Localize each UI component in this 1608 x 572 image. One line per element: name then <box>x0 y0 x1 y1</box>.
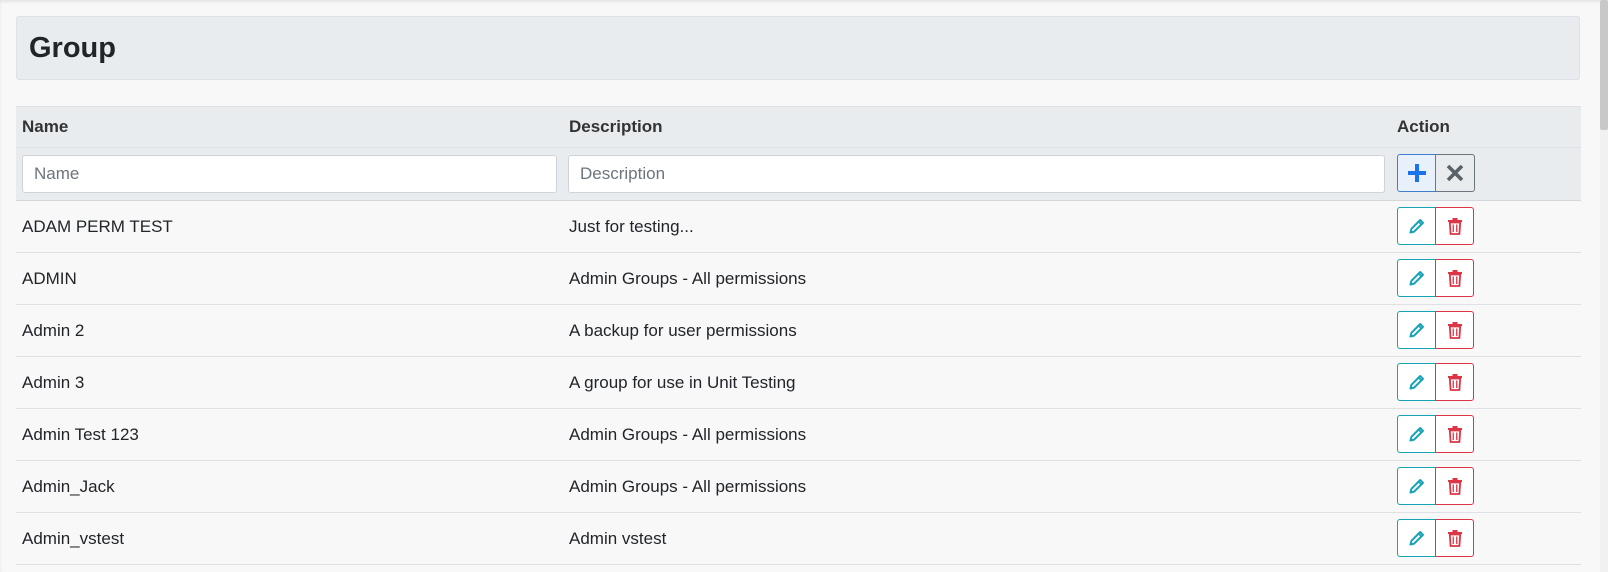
table-row: Admin_vstest Admin vstest <box>16 513 1581 565</box>
delete-button[interactable] <box>1435 207 1474 245</box>
table-header-row: Name Description Action <box>16 106 1581 147</box>
table-row: Admin_Jack Admin Groups - All permission… <box>16 461 1581 513</box>
row-actions <box>1397 467 1474 505</box>
trash-icon <box>1447 530 1462 547</box>
group-name-cell: Admin 3 <box>22 373 85 392</box>
group-description-cell: Admin Groups - All permissions <box>569 425 807 444</box>
pencil-icon <box>1409 219 1424 234</box>
trash-icon <box>1447 218 1462 235</box>
add-button[interactable] <box>1397 154 1436 192</box>
row-actions <box>1397 207 1474 245</box>
plus-icon <box>1407 164 1426 182</box>
table-row: Admin Test 123 Admin Groups - All permis… <box>16 409 1581 461</box>
edit-button[interactable] <box>1397 259 1436 297</box>
trash-icon <box>1447 426 1462 443</box>
filter-actions <box>1397 154 1475 192</box>
page-header: Group <box>16 16 1580 80</box>
group-name-cell: ADAM PERM TEST <box>22 217 173 236</box>
row-actions <box>1397 363 1474 401</box>
edit-button[interactable] <box>1397 311 1436 349</box>
edit-button[interactable] <box>1397 467 1436 505</box>
group-description-cell: A group for use in Unit Testing <box>569 373 796 392</box>
table-body: ADAM PERM TEST Just for testing... ADMIN… <box>16 201 1581 565</box>
clear-filter-button[interactable] <box>1436 154 1475 192</box>
group-description-cell: Admin vstest <box>569 529 667 548</box>
pencil-icon <box>1409 531 1424 546</box>
edit-button[interactable] <box>1397 363 1436 401</box>
pencil-icon <box>1409 375 1424 390</box>
filter-row <box>16 147 1581 201</box>
group-name-cell: Admin_Jack <box>22 477 115 496</box>
close-icon <box>1446 164 1464 182</box>
delete-button[interactable] <box>1435 467 1474 505</box>
pencil-icon <box>1409 427 1424 442</box>
row-actions <box>1397 519 1474 557</box>
pencil-icon <box>1409 271 1424 286</box>
delete-button[interactable] <box>1435 259 1474 297</box>
table-row: Admin 2 A backup for user permissions <box>16 305 1581 357</box>
trash-icon <box>1447 374 1462 391</box>
group-name-cell: Admin_vstest <box>22 529 125 548</box>
table-row: ADAM PERM TEST Just for testing... <box>16 201 1581 253</box>
page-title: Group <box>29 32 116 64</box>
vertical-scrollbar[interactable] <box>1600 0 1608 572</box>
edit-button[interactable] <box>1397 415 1436 453</box>
groups-table: Name Description Action Name Description… <box>16 106 1581 565</box>
delete-button[interactable] <box>1435 363 1474 401</box>
delete-button[interactable] <box>1435 415 1474 453</box>
group-description-cell: Admin Groups - All permissions <box>569 269 807 288</box>
group-description-cell: Admin Groups - All permissions <box>569 477 807 496</box>
delete-button[interactable] <box>1435 311 1474 349</box>
pencil-icon <box>1409 479 1424 494</box>
table-row: ADMIN Admin Groups - All permissions <box>16 253 1581 305</box>
group-name-cell: Admin 2 <box>22 321 85 340</box>
trash-icon <box>1447 270 1462 287</box>
trash-icon <box>1447 478 1462 495</box>
pencil-icon <box>1409 323 1424 338</box>
edit-button[interactable] <box>1397 207 1436 245</box>
edit-button[interactable] <box>1397 519 1436 557</box>
row-actions <box>1397 311 1474 349</box>
page: Group Name Description Action Name Descr… <box>0 0 1608 572</box>
row-actions <box>1397 415 1474 453</box>
column-header-description[interactable]: Description <box>569 107 663 147</box>
column-header-action: Action <box>1397 117 1450 136</box>
group-name-cell: Admin Test 123 <box>22 425 139 444</box>
delete-button[interactable] <box>1435 519 1474 557</box>
scrollbar-thumb[interactable] <box>1600 0 1608 130</box>
table-row: Admin 3 A group for use in Unit Testing <box>16 357 1581 409</box>
name-filter-input[interactable] <box>22 155 557 193</box>
trash-icon <box>1447 322 1462 339</box>
group-description-cell: Just for testing... <box>569 217 694 236</box>
group-name-cell: ADMIN <box>22 269 77 288</box>
description-filter-input[interactable] <box>568 155 1385 193</box>
column-header-name[interactable]: Name <box>22 107 68 147</box>
group-description-cell: A backup for user permissions <box>569 321 797 340</box>
row-actions <box>1397 259 1474 297</box>
